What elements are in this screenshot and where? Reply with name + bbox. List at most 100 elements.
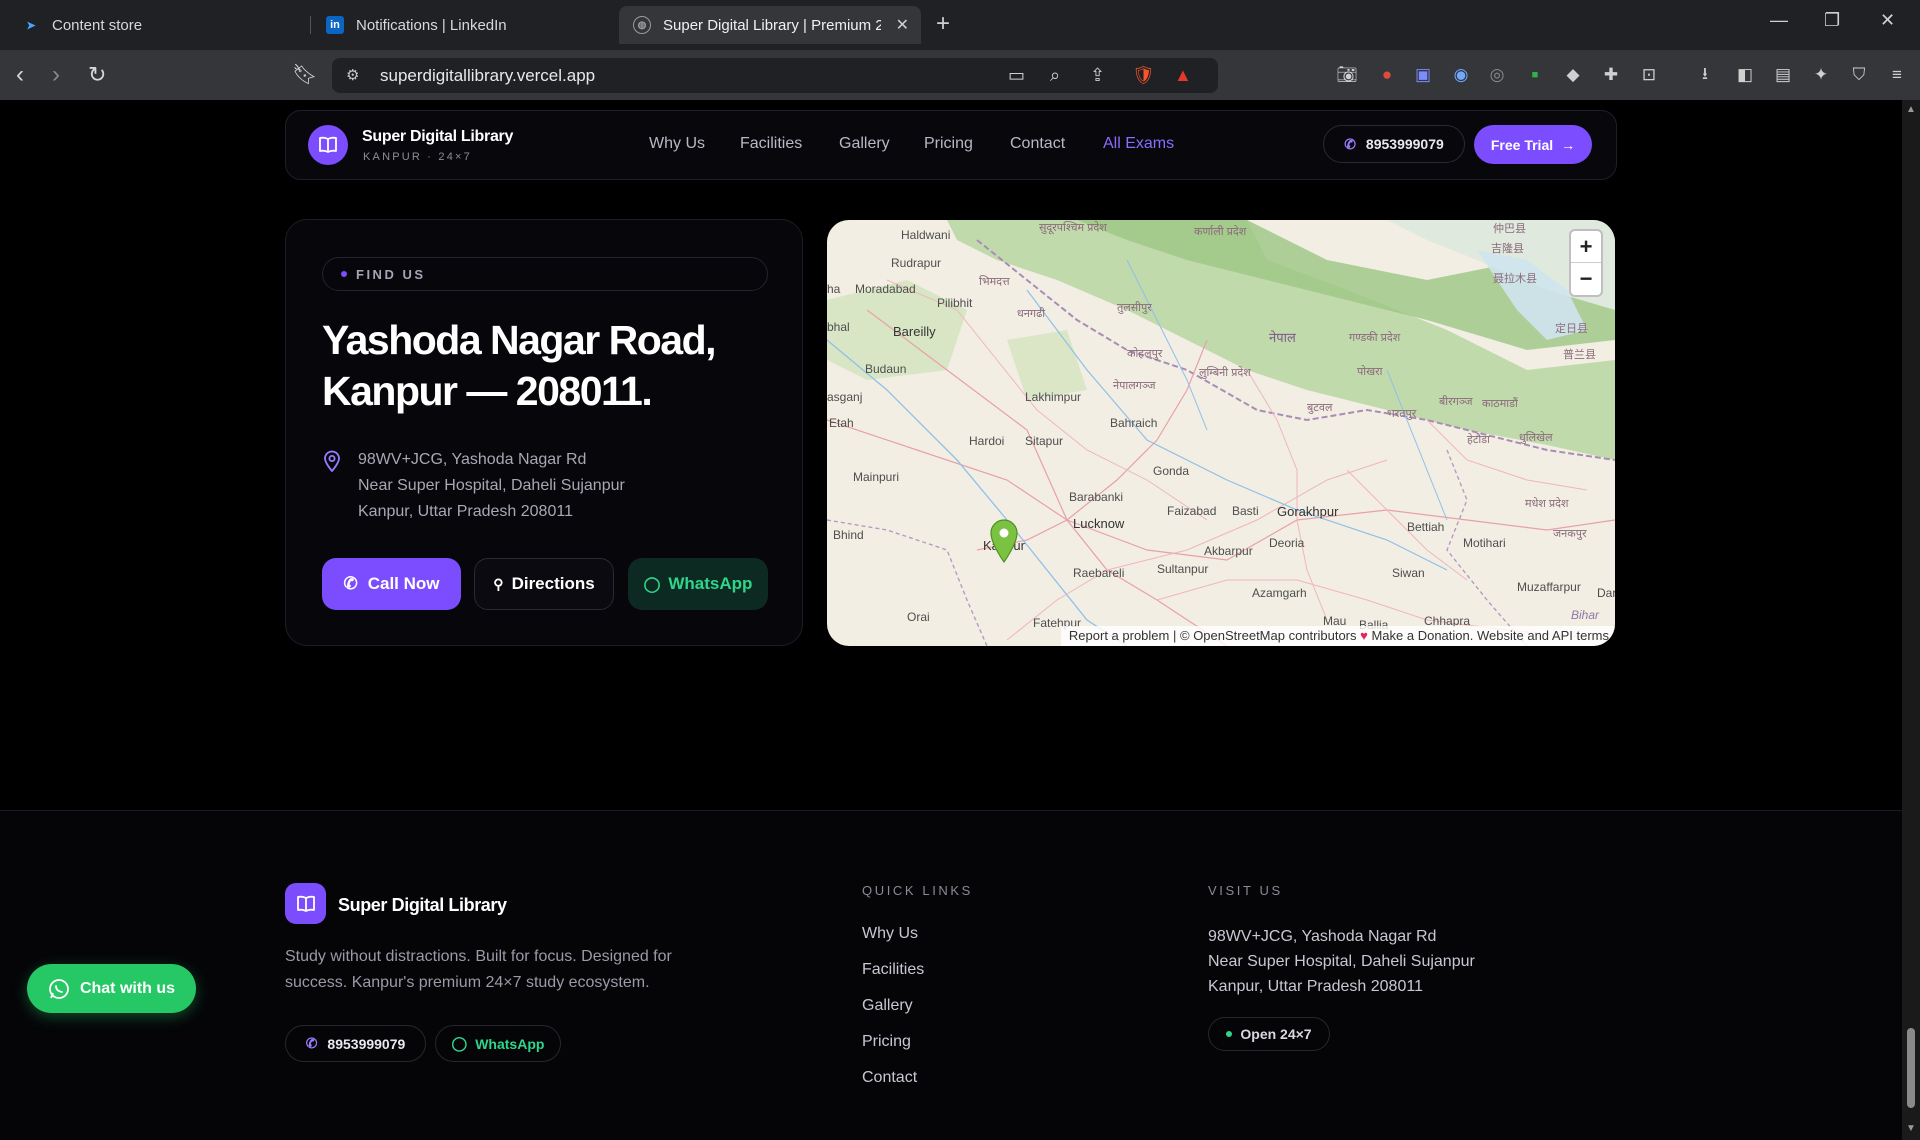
nav-link-pricing[interactable]: Pricing [924, 135, 973, 153]
extension-chrome-icon[interactable]: ◉ [1450, 64, 1472, 86]
scroll-thumb[interactable] [1907, 1028, 1915, 1108]
new-tab-button[interactable]: + [936, 10, 950, 38]
forward-icon[interactable]: › [52, 61, 60, 89]
restore-icon[interactable]: ❐ [1824, 10, 1840, 31]
open-status-label: Open 24×7 [1240, 1026, 1312, 1042]
download-icon[interactable]: ⭳ [1694, 64, 1716, 86]
brave-rewards-icon[interactable]: ▲ [1174, 65, 1192, 86]
map-label-rudrapur: Rudrapur [891, 256, 942, 270]
map-label-karnali: कर्णाली प्रदेश [1194, 226, 1247, 238]
page-scrollbar[interactable]: ▲ ▼ [1902, 100, 1920, 1140]
map-label-dhangadhi: धनगढी [1017, 308, 1046, 320]
vpn-icon[interactable]: ⛉ [1848, 64, 1870, 86]
map-label-edge-asganj: asganj [827, 390, 863, 404]
arrow-right-icon: → [1561, 136, 1576, 153]
extension-green-icon[interactable]: ■ [1524, 64, 1546, 86]
phone-number: 8953999079 [1365, 136, 1444, 152]
minimize-icon[interactable]: — [1770, 10, 1788, 31]
footer-address-line: Near Super Hospital, Daheli Sujanpur [1208, 953, 1475, 970]
leo-ai-icon[interactable]: ✦ [1810, 64, 1832, 86]
window-close-icon[interactable]: ✕ [1880, 10, 1895, 31]
zoom-icon[interactable]: ⌕ [1050, 65, 1060, 86]
map-label-hetauda: हेटौडा [1467, 434, 1490, 446]
map-label-haldwani: Haldwani [901, 228, 951, 242]
menu-icon[interactable]: ≡ [1886, 64, 1908, 86]
extensions-puzzle-icon[interactable]: ✚ [1600, 64, 1622, 86]
reload-icon[interactable]: ↻ [88, 61, 106, 89]
nav-phone-button[interactable]: ✆ 8953999079 [1323, 125, 1465, 163]
site-navbar: Super Digital Library KANPUR · 24×7 Why … [285, 110, 1617, 180]
location-map[interactable]: Haldwani Rudrapur Moradabad ha Pilibhit … [827, 220, 1615, 646]
directions-button[interactable]: ⚲ Directions [474, 558, 614, 610]
book-logo-icon[interactable] [308, 125, 348, 165]
whatsapp-button[interactable]: ◯ WhatsApp [628, 558, 768, 610]
footer-brand-name[interactable]: Super Digital Library [338, 895, 507, 916]
find-us-card: FIND US Yashoda Nagar Road, Kanpur — 208… [285, 219, 803, 646]
attribution-separator: | [1173, 628, 1180, 643]
reader-mode-icon[interactable]: ⊡ [1638, 64, 1660, 86]
footer-whatsapp-button[interactable]: ◯ WhatsApp [435, 1025, 561, 1062]
zoom-out-button[interactable]: − [1571, 263, 1601, 295]
extension-cat-icon[interactable]: ◆ [1562, 64, 1584, 86]
map-label-pokhara: पोखरा [1357, 366, 1383, 378]
nav-link-facilities[interactable]: Facilities [740, 135, 802, 153]
whatsapp-icon: ◯ [643, 576, 661, 593]
chat-with-us-button[interactable]: Chat with us [27, 964, 196, 1013]
footer-link-gallery[interactable]: Gallery [862, 997, 913, 1015]
footer-link-pricing[interactable]: Pricing [862, 1033, 911, 1051]
cast-icon[interactable]: ▭ [1008, 65, 1025, 86]
globe-icon: ◍ [633, 16, 651, 34]
extension-broadcast-icon[interactable]: ◎ [1486, 64, 1508, 86]
zoom-in-button[interactable]: + [1571, 231, 1601, 263]
footer-address-line: Kanpur, Uttar Pradesh 208011 [1208, 978, 1423, 995]
nav-link-gallery[interactable]: Gallery [839, 135, 890, 153]
share-icon[interactable]: ⇪ [1090, 65, 1105, 86]
scroll-up-arrow-icon[interactable]: ▲ [1906, 104, 1916, 115]
map-label-azamgarh: Azamgarh [1252, 586, 1307, 600]
back-icon[interactable]: ‹ [16, 61, 24, 89]
report-problem-link[interactable]: Report a problem [1069, 628, 1169, 643]
directions-label: Directions [511, 574, 595, 593]
osm-credit-link[interactable]: © OpenStreetMap contributors [1180, 628, 1357, 643]
sidebar-icon[interactable]: ◧ [1734, 64, 1756, 86]
bookmark-icon[interactable]: 🔖︎ [292, 61, 317, 89]
extension-red-icon[interactable]: ● [1376, 64, 1398, 86]
free-trial-button[interactable]: Free Trial → [1474, 125, 1592, 164]
map-label-gorakhpur: Gorakhpur [1277, 504, 1339, 519]
tab-content-store[interactable]: ➤ Content store [8, 6, 308, 44]
map-label-motihari: Motihari [1463, 536, 1506, 550]
donation-link[interactable]: Make a Donation. [1371, 628, 1473, 643]
call-now-button[interactable]: ✆ Call Now [322, 558, 461, 610]
brave-shields-icon[interactable]: 🛡︎ [1132, 65, 1155, 86]
address-bar[interactable]: ⚙ superdigitallibrary.vercel.app ▭ ⌕ ⇪ 🛡… [332, 58, 1218, 93]
nav-link-all-exams[interactable]: All Exams [1103, 135, 1174, 153]
nav-link-contact[interactable]: Contact [1010, 135, 1065, 153]
browser-tab-bar: ➤ Content store in Notifications | Linke… [0, 0, 1920, 50]
camera-icon[interactable]: 📷︎ [1336, 64, 1358, 86]
tab-separator [310, 16, 311, 34]
tab-linkedin[interactable]: in Notifications | LinkedIn [312, 6, 612, 44]
wallet-icon[interactable]: ▤ [1772, 64, 1794, 86]
page-viewport: Super Digital Library KANPUR · 24×7 Why … [0, 100, 1902, 1140]
nav-link-why-us[interactable]: Why Us [649, 135, 705, 153]
map-label-akbarpur: Akbarpur [1204, 544, 1253, 558]
footer-phone-button[interactable]: ✆ 8953999079 [285, 1025, 426, 1062]
map-label-budaun: Budaun [865, 362, 907, 376]
footer-link-why-us[interactable]: Why Us [862, 925, 918, 943]
footer-link-facilities[interactable]: Facilities [862, 961, 924, 979]
terms-link[interactable]: Website and API terms [1477, 628, 1609, 643]
map-label-pilibhit: Pilibhit [937, 296, 973, 310]
footer-tagline: Study without distractions. Built for fo… [285, 948, 672, 991]
extension-translate-icon[interactable]: ▣ [1412, 64, 1434, 86]
free-trial-label: Free Trial [1490, 136, 1554, 153]
close-tab-icon[interactable]: ✕ [896, 15, 909, 35]
map-label-hardoi: Hardoi [969, 434, 1005, 448]
footer-book-logo-icon[interactable] [285, 883, 326, 924]
map-label-tibet-5: 仲巴县 [1493, 223, 1526, 235]
brand-name[interactable]: Super Digital Library [362, 128, 513, 146]
site-info-icon[interactable]: ⚙ [346, 66, 359, 84]
scroll-down-arrow-icon[interactable]: ▼ [1906, 1123, 1916, 1134]
content-store-icon: ➤ [26, 19, 36, 32]
tab-super-digital-library[interactable]: ◍ Super Digital Library | Premium 2 ✕ [619, 6, 921, 44]
footer-link-contact[interactable]: Contact [862, 1069, 917, 1087]
